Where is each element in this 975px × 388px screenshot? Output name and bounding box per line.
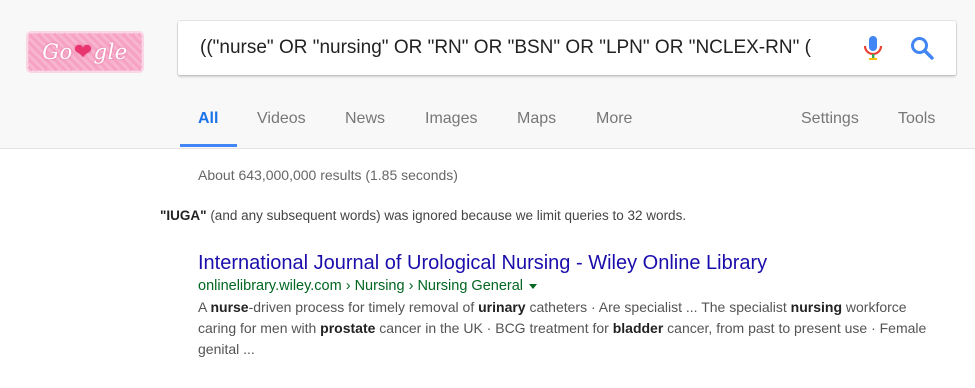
tab-videos[interactable]: Videos bbox=[257, 110, 306, 128]
snippet-highlight: nurse bbox=[210, 299, 249, 315]
microphone-icon[interactable] bbox=[861, 35, 885, 61]
query-truncated-note: "IUGA" (and any subsequent words) was ig… bbox=[160, 208, 686, 223]
google-doodle-logo[interactable]: Go❤gle bbox=[28, 33, 142, 71]
tab-news[interactable]: News bbox=[345, 110, 385, 128]
search-box bbox=[178, 21, 956, 75]
snippet-text: cancer in the UK · BCG treatment for bbox=[375, 320, 613, 336]
logo-text-right: gle bbox=[93, 39, 128, 64]
snippet-highlight: urinary bbox=[478, 299, 526, 315]
snippet-highlight: bladder bbox=[612, 320, 664, 336]
result-url-text: onlinelibrary.wiley.com › Nursing › Nurs… bbox=[198, 278, 524, 294]
result-title-link[interactable]: International Journal of Urological Nurs… bbox=[198, 250, 938, 276]
search-input[interactable] bbox=[200, 35, 828, 61]
search-result: International Journal of Urological Nurs… bbox=[198, 250, 938, 360]
result-url: onlinelibrary.wiley.com › Nursing › Nurs… bbox=[198, 276, 938, 296]
snippet-text: A bbox=[198, 299, 211, 315]
search-icon[interactable] bbox=[909, 35, 935, 61]
snippet-text: catheters · Are specialist ... The speci… bbox=[525, 299, 791, 315]
tab-more[interactable]: More bbox=[596, 110, 632, 128]
tab-all[interactable]: All bbox=[198, 110, 218, 128]
url-dropdown-caret-icon[interactable] bbox=[529, 283, 538, 289]
ignored-note-text: (and any subsequent words) was ignored b… bbox=[206, 208, 687, 223]
snippet-highlight: nursing bbox=[790, 299, 843, 315]
tab-images[interactable]: Images bbox=[425, 110, 477, 128]
snippet-text: -driven process for timely removal of bbox=[248, 299, 479, 315]
logo-text: Go❤gle bbox=[42, 40, 127, 65]
snippet-highlight: prostate bbox=[320, 320, 376, 336]
heart-icon: ❤ bbox=[73, 39, 93, 65]
header: Go❤gle All Videos News Images Maps More … bbox=[0, 0, 975, 149]
result-snippet: A nurse-driven process for timely remova… bbox=[198, 297, 938, 360]
logo-text-left: Go bbox=[42, 39, 73, 64]
page: Go❤gle All Videos News Images Maps More … bbox=[0, 0, 975, 388]
tab-settings[interactable]: Settings bbox=[801, 110, 859, 128]
tab-maps[interactable]: Maps bbox=[517, 110, 556, 128]
tab-tools[interactable]: Tools bbox=[898, 110, 935, 128]
ignored-word: "IUGA" bbox=[160, 208, 207, 223]
result-stats: About 643,000,000 results (1.85 seconds) bbox=[198, 167, 458, 183]
active-tab-indicator bbox=[180, 144, 237, 147]
